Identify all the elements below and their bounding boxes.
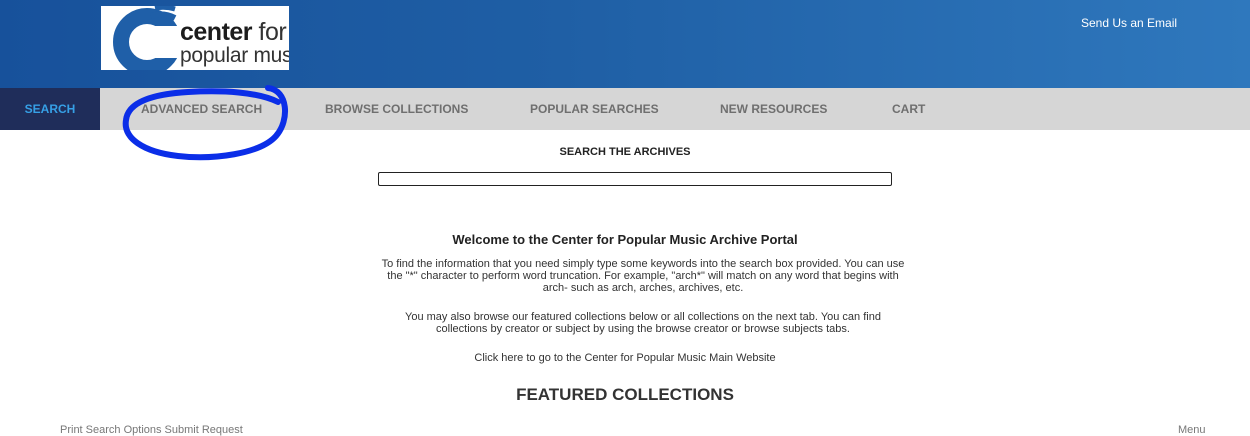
main-nav: SEARCH ADVANCED SEARCH BROWSE COLLECTION… (0, 88, 1250, 130)
logo-text-bottom: popular music (180, 44, 289, 67)
logo-c-icon (113, 6, 177, 70)
welcome-heading: Welcome to the Center for Popular Music … (452, 232, 798, 247)
tab-cart[interactable]: CART (892, 88, 925, 130)
tab-new-resources[interactable]: NEW RESOURCES (720, 88, 827, 130)
main-website-link[interactable]: Click here to go to the Center for Popul… (0, 352, 1250, 364)
tab-popular-searches[interactable]: POPULAR SEARCHES (530, 88, 659, 130)
search-input[interactable] (378, 172, 892, 186)
tab-search[interactable]: SEARCH (0, 88, 100, 130)
site-header: center for popular music Send Us an Emai… (0, 0, 1250, 88)
welcome-browse-paragraph: You may also browse our featured collect… (405, 311, 881, 335)
tab-advanced-search[interactable]: ADVANCED SEARCH (141, 88, 262, 130)
search-archives-title: SEARCH THE ARCHIVES (559, 146, 691, 158)
tab-browse-collections[interactable]: BROWSE COLLECTIONS (325, 88, 468, 130)
site-logo[interactable]: center for popular music (101, 6, 289, 70)
featured-collections-heading: FEATURED COLLECTIONS (516, 385, 734, 404)
send-email-link[interactable]: Send Us an Email (1081, 16, 1177, 30)
welcome-intro-paragraph: To find the information that you need si… (381, 258, 905, 294)
logo-text-top: center for (180, 18, 287, 46)
bottom-toolbar-links[interactable]: Print Search Options Submit Request (60, 424, 243, 436)
menu-link[interactable]: Menu (1178, 424, 1206, 436)
